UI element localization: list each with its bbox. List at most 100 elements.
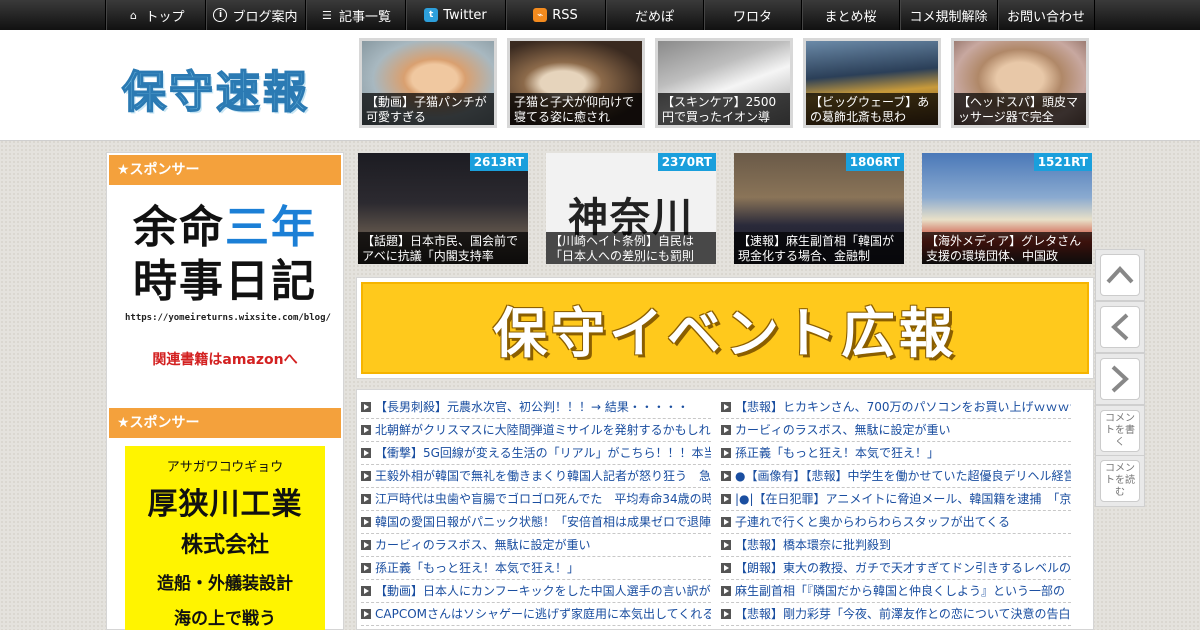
header-article-thumb[interactable]: 【動画】子猫パンチが可愛すぎる	[359, 38, 497, 128]
headline-link[interactable]: 【悲報】剛力彩芽「今夜、前澤友作との恋について決意の告白	[721, 603, 1071, 626]
headline-link[interactable]: CAPCOMさんはソシャゲーに逃げず家庭用に本気出してくれる	[361, 603, 711, 626]
headline-link[interactable]: 【悲報】ヒカキンさん、700万のパソコンをお買い上げｗｗｗｗ	[721, 396, 1071, 419]
ranking-caption: 【川崎ヘイト条例】自民は「日本人への差別にも罰則	[546, 232, 716, 264]
nav-label: お問い合わせ	[1006, 9, 1085, 25]
nav-label: RSS	[552, 7, 578, 23]
headline-link[interactable]: 麻生副首相「『隣国だから韓国と仲良くしよう』という一部の	[721, 580, 1071, 603]
header-article-thumb[interactable]: 子猫と子犬が仰向けで寝てる姿に癒され	[507, 38, 645, 128]
chevron-left-icon	[1111, 313, 1129, 341]
arrow-icon	[361, 586, 371, 596]
event-banner[interactable]: 保守イベント広報	[356, 277, 1094, 379]
ranking-caption: 【海外メディア】グレタさん支援の環境団体、中国政	[922, 232, 1092, 264]
sponsor-ad-asagawa[interactable]: アサガワコウギョウ 厚狭川工業 株式会社 造船・外艤装設計 海の上で戦う	[125, 446, 325, 630]
header-article-thumb[interactable]: 【ビッグウェーブ】あの葛飾北斎も思わ	[803, 38, 941, 128]
headline-link[interactable]: 【動画】日本人にカンフーキックをした中国人選手の言い訳が	[361, 580, 711, 603]
nav-contact[interactable]: お問い合わせ	[997, 0, 1095, 30]
nav-label: だめぽ	[634, 9, 674, 25]
nav-twitter[interactable]: t Twitter	[405, 0, 505, 30]
ad-tagline: 海の上で戦う	[174, 609, 276, 629]
nav-damepo[interactable]: だめぽ	[605, 0, 703, 30]
sponsor-ad-yomei[interactable]: 余命三年 時事日記 https://yomeireturns.wixsite.c…	[125, 201, 331, 381]
ad-company-kana: アサガワコウギョウ	[166, 460, 284, 475]
thumb-caption: 子猫と子犬が仰向けで寝てる姿に癒され	[510, 93, 642, 125]
list-icon: ☰	[322, 8, 332, 22]
nav-top[interactable]: ⌂ トップ	[105, 0, 205, 30]
ad-url: https://yomeireturns.wixsite.com/blog/	[125, 313, 331, 323]
headline-link[interactable]: 韓国の愛国日報がパニック状態！「安倍首相は成果ゼロで退陣	[361, 511, 711, 534]
headline-link[interactable]: 江戸時代は虫歯や盲腸でゴロゴロ死んでた 平均寿命34歳の時	[361, 488, 711, 511]
twitter-icon: t	[424, 8, 439, 22]
headline-link[interactable]: 北朝鮮がクリスマスに大陸間弾道ミサイルを発射するかもしれ	[361, 419, 711, 442]
headline-link[interactable]: ●【画像有】【悲報】中学生を働かせていた超優良デリヘル経営	[721, 465, 1071, 488]
nav-label: トップ	[145, 9, 185, 25]
read-comment-button[interactable]: コメントを読む	[1095, 455, 1145, 507]
arrow-icon	[361, 402, 371, 412]
thumb-caption: 【動画】子猫パンチが可愛すぎる	[362, 93, 494, 125]
headline-link[interactable]: カービィのラスボス、無駄に設定が重い	[721, 419, 1071, 442]
ad-title-line1: 余命三年	[133, 202, 317, 253]
nav-rss[interactable]: ⌁ RSS	[505, 0, 605, 30]
write-comment-button[interactable]: コメントを書く	[1095, 405, 1145, 457]
headline-link[interactable]: 孫正義「もっと狂え！本気で狂え！」	[721, 442, 1071, 465]
headline-link[interactable]: カービィのラスボス、無駄に設定が重い	[361, 534, 711, 557]
nav-label: まとめ桜	[824, 9, 877, 25]
arrow-icon	[721, 540, 731, 550]
headline-link[interactable]: 孫正義「もっと狂え！本気で狂え！」	[361, 557, 711, 580]
chevron-right-icon	[1111, 365, 1129, 393]
headline-link[interactable]: |●|【在日犯罪】アニメイトに脅迫メール、韓国籍を逮捕 「京	[721, 488, 1071, 511]
arrow-icon	[721, 586, 731, 596]
thumb-caption: 【ビッグウェーブ】あの葛飾北斎も思わ	[806, 93, 938, 125]
chevron-up-icon	[1106, 266, 1134, 284]
headline-link[interactable]: 【衝撃】5G回線が変える生活の「リアル」がこちら！！！本当	[361, 442, 711, 465]
prev-button[interactable]	[1095, 301, 1145, 353]
arrow-icon	[361, 563, 371, 573]
button-face	[1100, 358, 1140, 400]
retweet-count-badge: 1806RT	[845, 153, 904, 171]
ranking-caption: 【話題】日本市民、国会前でアベに抗議「内閣支持率	[358, 232, 528, 264]
nav-label: ワロタ	[732, 9, 772, 25]
arrow-icon	[721, 494, 731, 504]
site-header: 保守速報 【動画】子猫パンチが可愛すぎる 子猫と子犬が仰向けで寝てる姿に癒され …	[0, 30, 1200, 141]
arrow-icon	[721, 517, 731, 527]
ranking-card[interactable]: 1806RT 【速報】麻生副首相「韓国が現金化する場合、金融制	[734, 153, 904, 264]
nav-label: コメ規制解除	[909, 9, 988, 25]
ranking-card[interactable]: 1521RT 【海外メディア】グレタさん支援の環境団体、中国政	[922, 153, 1092, 264]
nav-warota[interactable]: ワロタ	[703, 0, 801, 30]
arrow-icon	[361, 448, 371, 458]
headline-link[interactable]: 子連れで行くと奥からわらわらスタッフが出てくる	[721, 511, 1071, 534]
scroll-up-button[interactable]	[1095, 249, 1145, 301]
ad-business: 造船・外艤装設計	[157, 574, 293, 594]
headline-link[interactable]: 【悲報】橋本環奈に批判殺到	[721, 534, 1071, 557]
write-comment-label: コメントを書く	[1100, 410, 1140, 452]
sidebar: ★スポンサー 余命三年 時事日記 https://yomeireturns.wi…	[106, 152, 344, 630]
arrow-icon	[721, 609, 731, 619]
headline-link[interactable]: 【長男刺殺】元農水次官、初公判！！！→ 結果・・・・・	[361, 396, 711, 419]
button-face	[1100, 254, 1140, 296]
button-face	[1100, 306, 1140, 348]
retweet-count-badge: 2613RT	[469, 153, 528, 171]
info-icon: i	[213, 8, 228, 22]
retweet-count-badge: 1521RT	[1033, 153, 1092, 171]
ranking-card[interactable]: 2613RT 【話題】日本市民、国会前でアベに抗議「内閣支持率	[358, 153, 528, 264]
arrow-icon	[721, 402, 731, 412]
arrow-icon	[721, 471, 731, 481]
arrow-icon	[361, 494, 371, 504]
nav-blog-guide[interactable]: i ブログ案内	[205, 0, 305, 30]
site-logo[interactable]: 保守速報	[121, 56, 310, 120]
nav-article-list[interactable]: ☰ 記事一覧	[305, 0, 405, 30]
headline-link[interactable]: 王毅外相が韓国で無礼を働きまくり韓国人記者が怒り狂う 急	[361, 465, 711, 488]
header-article-thumb[interactable]: 【スキンケア】2500円で買ったイオン導	[655, 38, 793, 128]
arrow-icon	[361, 517, 371, 527]
banner-inner: 保守イベント広報	[361, 282, 1089, 374]
nav-comment-unblock[interactable]: コメ規制解除	[899, 0, 997, 30]
read-comment-label: コメントを読む	[1100, 460, 1140, 502]
headline-link[interactable]: 【朗報】東大の教授、ガチで天才すぎてドン引きするレベルの	[721, 557, 1071, 580]
arrow-icon	[361, 609, 371, 619]
header-article-thumb[interactable]: 【ヘッドスパ】頭皮マッサージ器で完全	[951, 38, 1089, 128]
ranking-card[interactable]: 神奈川 2370RT 【川崎ヘイト条例】自民は「日本人への差別にも罰則	[546, 153, 716, 264]
arrow-icon	[361, 471, 371, 481]
nav-matome-sakura[interactable]: まとめ桜	[801, 0, 899, 30]
retweet-count-badge: 2370RT	[657, 153, 716, 171]
next-button[interactable]	[1095, 353, 1145, 405]
amazon-link[interactable]: 関連書籍はamazonへ	[125, 349, 325, 369]
